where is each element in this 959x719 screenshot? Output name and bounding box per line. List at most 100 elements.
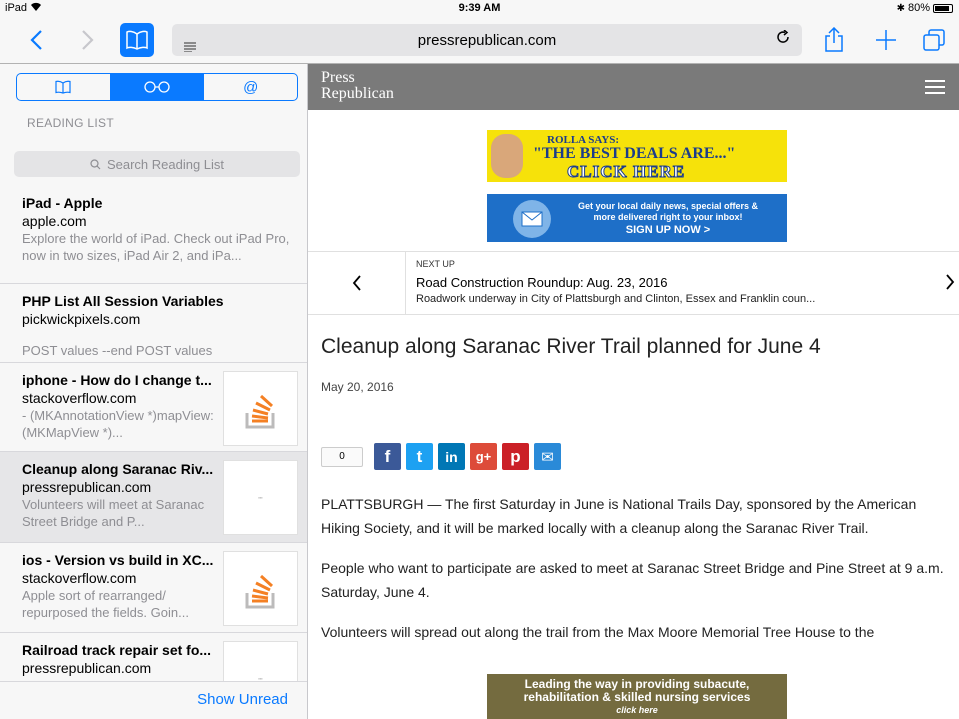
item-title: iphone - How do I change t... xyxy=(22,372,212,388)
status-time: 9:39 AM xyxy=(458,2,501,14)
chevron-left-icon xyxy=(352,275,361,291)
plus-icon xyxy=(876,30,896,50)
item-desc: - (MKAnnotationView *)mapView:(MKMapView… xyxy=(22,408,214,440)
menu-button[interactable] xyxy=(925,80,945,94)
next-up-bar: NEXT UP Road Construction Roundup: Aug. … xyxy=(308,251,959,315)
item-site: apple.com xyxy=(22,213,87,229)
rolla-ad-banner[interactable]: ROLLA SAYS: "THE BEST DEALS ARE..." CLIC… xyxy=(487,130,787,182)
sidebar-segmented-control: @ xyxy=(16,73,298,101)
battery-icon xyxy=(933,3,953,13)
reading-list-sidebar: @ READING LIST Search Reading List iPad … xyxy=(0,64,308,719)
forward-button[interactable] xyxy=(72,24,104,56)
article-title: Cleanup along Saranac River Trail planne… xyxy=(321,335,821,358)
reload-icon xyxy=(777,29,789,43)
share-button[interactable] xyxy=(818,24,850,56)
status-right: ✱ 80% xyxy=(897,2,953,14)
item-desc: Explore the world of iPad. Check out iPa… xyxy=(22,231,290,263)
facebook-icon: f xyxy=(384,446,391,466)
status-bar: iPad 9:39 AM ✱ 80% xyxy=(0,0,959,16)
show-unread-button[interactable]: Show Unread xyxy=(197,691,288,708)
share-count: 0 xyxy=(321,446,363,467)
stackoverflow-logo-icon xyxy=(245,394,274,428)
article-paragraph: People who want to participate are asked… xyxy=(321,560,944,600)
site-header: Press Republican xyxy=(308,64,959,110)
email-icon: ✉ xyxy=(541,448,554,466)
next-up-label: NEXT UP xyxy=(416,259,455,269)
tabs-button[interactable] xyxy=(918,24,950,56)
email-share-button[interactable]: ✉ xyxy=(534,443,561,470)
article-paragraph: Volunteers will spread out along the tra… xyxy=(321,624,875,640)
search-icon xyxy=(90,158,101,169)
list-item[interactable]: iphone - How do I change t... stackoverf… xyxy=(0,363,307,452)
item-desc: Volunteers will meet at Saranac Street B… xyxy=(22,497,205,529)
facebook-share-button[interactable]: f xyxy=(374,443,401,470)
chevron-right-icon xyxy=(946,274,955,290)
next-up-headline[interactable]: Road Construction Roundup: Aug. 23, 2016 xyxy=(416,275,668,290)
tab-reading-list[interactable] xyxy=(110,74,205,100)
item-title: ios - Version vs build in XC... xyxy=(22,552,214,568)
ad-line2: "THE BEST DEALS ARE..." xyxy=(533,145,736,162)
list-item[interactable]: ios - Version vs build in XC... stackove… xyxy=(0,543,307,633)
section-title: READING LIST xyxy=(27,116,114,130)
item-site: pressrepublican.com xyxy=(22,479,152,495)
bookmark-book-icon xyxy=(55,80,71,94)
list-item[interactable]: iPad - Apple apple.com Explore the world… xyxy=(0,186,307,284)
item-site: stackoverflow.com xyxy=(22,570,137,586)
pinterest-share-button[interactable]: p xyxy=(502,443,529,470)
next-up-summary: Roadwork underway in City of Plattsburgh… xyxy=(416,293,816,305)
pinterest-icon: p xyxy=(510,446,521,466)
newsletter-ad-banner[interactable]: Get your local daily news, special offer… xyxy=(487,194,787,242)
newsletter-text: Get your local daily news, special offer… xyxy=(577,201,759,222)
ad-line3: CLICK HERE xyxy=(566,162,686,182)
url-text: pressrepublican.com xyxy=(417,32,557,49)
thumbnail-placeholder: ▪▪▪ xyxy=(258,495,263,500)
tabs-icon xyxy=(923,29,945,51)
at-icon: @ xyxy=(243,78,259,96)
battery-percent: 80% xyxy=(907,2,930,14)
site-logo[interactable]: Press Republican xyxy=(321,70,394,102)
item-site: pressrepublican.com xyxy=(22,660,152,676)
article-date: May 20, 2016 xyxy=(321,380,394,394)
list-item[interactable]: Cleanup along Saranac Riv... pressrepubl… xyxy=(0,452,307,543)
chevron-right-icon xyxy=(82,30,94,50)
man-face-image xyxy=(491,134,523,178)
share-bar: 0 f t in g+ p ✉ xyxy=(321,443,561,470)
envelope-icon xyxy=(513,200,551,238)
chevron-left-icon xyxy=(30,30,42,50)
reload-button[interactable] xyxy=(776,28,790,49)
twitter-share-button[interactable]: t xyxy=(406,443,433,470)
search-placeholder: Search Reading List xyxy=(106,156,225,172)
stackoverflow-logo-icon xyxy=(245,574,274,608)
item-site: pickwickpixels.com xyxy=(22,311,141,327)
web-content: Press Republican ROLLA SAYS: "THE BEST D… xyxy=(308,64,959,719)
linkedin-share-button[interactable]: in xyxy=(438,443,465,470)
item-thumbnail xyxy=(223,371,298,446)
share-icon xyxy=(825,27,843,52)
sidebar-footer: Show Unread xyxy=(0,681,307,719)
tab-shared-links[interactable]: @ xyxy=(204,74,297,100)
address-bar[interactable]: pressrepublican.com xyxy=(172,24,802,56)
hamburger-icon xyxy=(925,80,945,82)
previous-article-button[interactable] xyxy=(308,252,406,314)
article-paragraph: PLATTSBURGH — The first Saturday in June… xyxy=(321,496,917,536)
item-site: stackoverflow.com xyxy=(22,390,137,406)
new-tab-button[interactable] xyxy=(870,24,902,56)
tab-bookmarks[interactable] xyxy=(17,74,111,100)
ad-line2: rehabilitation & skilled nursing service… xyxy=(523,690,751,704)
bookmarks-button[interactable] xyxy=(120,23,154,57)
item-title: PHP List All Session Variables xyxy=(22,293,224,309)
list-item[interactable]: PHP List All Session Variables pickwickp… xyxy=(0,284,307,363)
nursing-ad-banner[interactable]: Leading the way in providing subacute, r… xyxy=(487,674,787,719)
article-body: PLATTSBURGH — The first Saturday in June… xyxy=(321,492,951,660)
logo-line2: Republican xyxy=(321,85,394,102)
item-thumbnail xyxy=(223,551,298,626)
browser-toolbar: pressrepublican.com xyxy=(0,16,959,64)
item-title: Cleanup along Saranac Riv... xyxy=(22,461,214,477)
linkedin-icon: in xyxy=(445,448,458,465)
next-article-button[interactable] xyxy=(945,270,955,296)
google-plus-icon: g+ xyxy=(475,449,492,464)
search-reading-list-input[interactable]: Search Reading List xyxy=(14,151,300,177)
back-button[interactable] xyxy=(20,24,52,56)
newsletter-cta: SIGN UP NOW > xyxy=(625,224,711,236)
google-plus-share-button[interactable]: g+ xyxy=(470,443,497,470)
